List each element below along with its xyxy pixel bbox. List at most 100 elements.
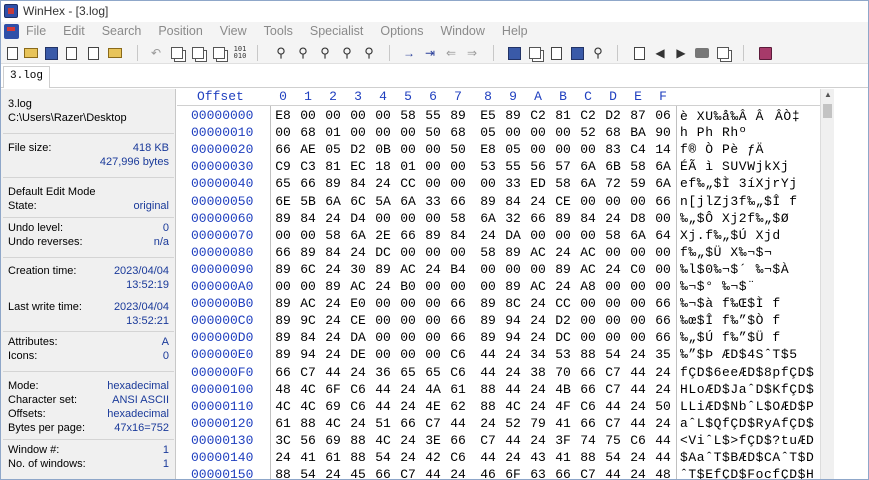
hex-byte[interactable]: 05 <box>478 125 498 140</box>
hex-byte[interactable]: 24 <box>553 279 573 294</box>
hex-byte[interactable]: 00 <box>553 142 573 157</box>
hex-byte[interactable]: 61 <box>273 416 293 431</box>
hex-byte[interactable]: 66 <box>653 330 673 345</box>
hex-byte[interactable]: 00 <box>423 296 443 311</box>
hex-byte[interactable]: 0B <box>373 142 393 157</box>
row-text[interactable]: è XU‰å‰Â ÂÂÒ‡ <box>680 108 800 125</box>
hex-byte[interactable]: 24 <box>323 347 343 362</box>
hex-byte[interactable]: 38 <box>528 365 548 380</box>
hex-byte[interactable]: C7 <box>603 382 623 397</box>
hex-byte[interactable]: E5 <box>478 108 498 123</box>
hex-byte[interactable]: D4 <box>348 211 368 226</box>
hex-byte[interactable]: 35 <box>653 347 673 362</box>
help-book-icon[interactable] <box>757 45 773 61</box>
hex-byte[interactable]: 00 <box>503 262 523 277</box>
hex-byte[interactable]: 65 <box>273 176 293 191</box>
hex-byte[interactable]: C3 <box>298 159 318 174</box>
hex-row[interactable]: 00000130 3C 56 69 88 4C 24 3E 66 C7 44 24 3F 74 75 C6 44… <box>177 432 820 449</box>
hex-byte[interactable]: 44 <box>628 416 648 431</box>
hex-byte[interactable]: 66 <box>578 382 598 397</box>
hex-byte[interactable]: 88 <box>578 347 598 362</box>
hex-byte[interactable]: 8C <box>503 296 523 311</box>
back-icon[interactable]: ⇐ <box>443 45 459 61</box>
hex-row[interactable]: 000000F0 66 C7 44 24 36 65 65 C6 44 24 38 70 66 C7 44 24… <box>177 364 820 381</box>
hex-byte[interactable]: 24 <box>628 399 648 414</box>
find-text-icon[interactable]: ⚲ <box>273 45 289 61</box>
hex-byte[interactable]: 00 <box>423 142 443 157</box>
properties-icon[interactable] <box>85 45 101 61</box>
menu-specialist[interactable]: Specialist <box>310 24 364 38</box>
hex-byte[interactable]: 24 <box>398 399 418 414</box>
scroll-thumb[interactable] <box>823 104 832 118</box>
hex-byte[interactable]: 05 <box>323 142 343 157</box>
hex-byte[interactable]: C6 <box>448 450 468 465</box>
hex-byte[interactable]: 00 <box>553 228 573 243</box>
hex-byte[interactable]: 61 <box>323 450 343 465</box>
hex-byte[interactable]: 6F <box>503 467 523 479</box>
directory-browser-icon[interactable] <box>631 45 647 61</box>
hex-byte[interactable]: 68 <box>603 125 623 140</box>
hex-byte[interactable]: 6F <box>323 382 343 397</box>
hex-byte[interactable]: 00 <box>578 194 598 209</box>
hex-byte[interactable]: 58 <box>603 228 623 243</box>
hex-byte[interactable]: 24 <box>628 347 648 362</box>
row-text[interactable]: ‰„$Ô Xj2f‰„$Ø <box>680 211 789 226</box>
hex-byte[interactable]: D2 <box>603 108 623 123</box>
hex-byte[interactable]: 88 <box>273 467 293 479</box>
hex-byte[interactable]: 90 <box>653 125 673 140</box>
hex-byte[interactable]: C7 <box>298 365 318 380</box>
hex-byte[interactable]: 00 <box>528 228 548 243</box>
hex-byte[interactable]: 00 <box>528 142 548 157</box>
search-icon[interactable]: ⚲ <box>590 45 606 61</box>
hex-byte[interactable]: 6C <box>348 194 368 209</box>
hex-byte[interactable]: 65 <box>423 365 443 380</box>
hex-byte[interactable]: 24 <box>323 262 343 277</box>
hex-byte[interactable]: 44 <box>373 399 393 414</box>
hex-byte[interactable]: 81 <box>553 108 573 123</box>
hex-byte[interactable]: 00 <box>603 296 623 311</box>
next-icon[interactable]: ▶ <box>673 45 689 61</box>
hex-row[interactable]: 00000120 61 88 4C 24 51 66 C7 44 24 52 79 41 66 C7 44 24… <box>177 415 820 432</box>
hex-byte[interactable]: 00 <box>628 330 648 345</box>
hex-byte[interactable]: 33 <box>423 194 443 209</box>
row-text[interactable]: ˆT$EfÇD$FocfÇD$H <box>680 467 814 479</box>
disk-tools-icon[interactable] <box>506 45 522 61</box>
hex-byte[interactable]: 44 <box>628 382 648 397</box>
scroll-up-arrow-icon[interactable]: ▲ <box>823 90 833 102</box>
hex-byte[interactable]: 3F <box>553 433 573 448</box>
menu-position[interactable]: Position <box>158 24 202 38</box>
row-text[interactable]: ‰¬$à f‰Œ$Ì f <box>680 296 781 311</box>
hex-byte[interactable]: 88 <box>348 450 368 465</box>
hex-byte[interactable]: 00 <box>423 330 443 345</box>
hex-byte[interactable]: 24 <box>528 433 548 448</box>
hex-byte[interactable]: 00 <box>398 211 418 226</box>
hex-byte[interactable]: 00 <box>423 176 443 191</box>
hex-byte[interactable]: BA <box>628 125 648 140</box>
hex-byte[interactable]: 00 <box>373 347 393 362</box>
replace-hex-icon[interactable]: ⚲ <box>339 45 355 61</box>
hex-byte[interactable]: 00 <box>603 313 623 328</box>
hex-byte[interactable]: 66 <box>553 467 573 479</box>
hex-row[interactable]: 00000090 89 6C 24 30 89 AC 24 B4 00 00 00 89 AC 24 C0 00… <box>177 261 820 278</box>
hex-byte[interactable]: 00 <box>478 262 498 277</box>
hex-byte[interactable]: 44 <box>603 399 623 414</box>
hex-byte[interactable]: 06 <box>653 108 673 123</box>
hex-byte[interactable]: 24 <box>628 450 648 465</box>
hex-byte[interactable]: 24 <box>423 262 443 277</box>
hex-byte[interactable]: 00 <box>653 262 673 277</box>
hex-byte[interactable]: 2E <box>373 228 393 243</box>
hex-byte[interactable]: AC <box>298 296 318 311</box>
hex-byte[interactable]: 24 <box>528 382 548 397</box>
menu-file[interactable]: File <box>26 24 46 38</box>
data-interpreter-icon[interactable] <box>548 45 564 61</box>
hex-byte[interactable]: 66 <box>373 467 393 479</box>
hex-byte[interactable]: 84 <box>323 245 343 260</box>
hex-byte[interactable]: 46 <box>478 467 498 479</box>
hex-byte[interactable]: 56 <box>528 159 548 174</box>
hex-byte[interactable]: 24 <box>323 313 343 328</box>
hex-byte[interactable]: 24 <box>553 245 573 260</box>
hex-byte[interactable]: 89 <box>478 194 498 209</box>
hex-byte[interactable]: 00 <box>398 245 418 260</box>
hex-byte[interactable]: 00 <box>298 279 318 294</box>
hex-byte[interactable]: DC <box>553 330 573 345</box>
